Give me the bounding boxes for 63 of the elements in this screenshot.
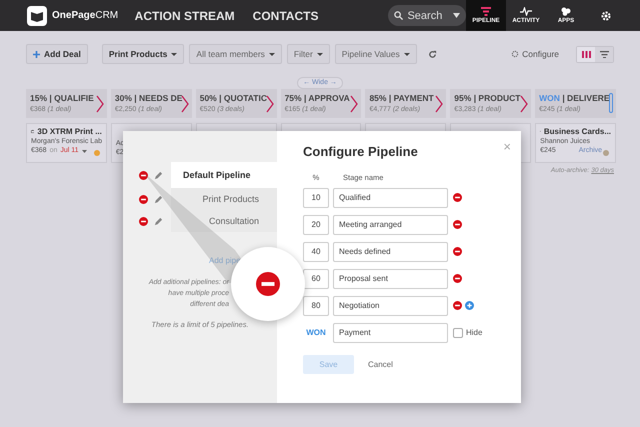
remove-icon[interactable] [139,194,148,204]
percent-field[interactable]: 60 [303,268,329,288]
caret-icon [453,13,460,18]
add-icon[interactable] [465,301,474,310]
caret-icon [82,150,87,153]
chevron-icon [350,95,358,113]
stage-name-field[interactable]: Meeting arranged [333,214,448,234]
nav-link[interactable]: ACTION STREAM [134,8,235,22]
remove-icon[interactable] [256,272,280,296]
scrollbar [609,93,614,113]
won-label: WON [305,328,327,337]
remove-icon[interactable] [453,247,462,256]
chevron-icon [180,95,189,113]
remove-icon[interactable] [453,220,462,229]
pipeline-item[interactable]: Print Products [171,188,277,210]
view-toggle[interactable] [577,46,595,62]
logo-icon [27,6,47,26]
hide-checkbox[interactable] [453,328,463,338]
pulse-icon [520,7,532,16]
dialog-title: Configure Pipeline [303,144,418,159]
dropdown-button[interactable]: Print Products [102,44,184,64]
view-toggle[interactable] [595,46,613,62]
funnel-icon [481,7,491,16]
dropdown-button[interactable]: Filter [286,44,330,64]
percent-field[interactable]: 20 [303,214,329,234]
logo-text: OnePageCRM [52,10,118,21]
chevron-icon [96,95,104,113]
remove-icon[interactable] [453,193,462,202]
dropdown-button[interactable]: Pipeline Values [334,44,417,64]
remove-icon[interactable] [453,301,462,310]
funnel-icon [600,50,608,58]
chevron-icon [520,95,528,113]
remove-icon[interactable] [139,170,148,180]
nav-link[interactable]: CONTACTS [252,8,318,22]
stage-name-field[interactable]: Payment [333,322,448,342]
percent-field[interactable]: 10 [303,188,329,208]
stage-name-field[interactable]: Proposal sent [333,268,448,288]
search-icon [394,11,404,20]
configure-link[interactable]: Configure [511,49,559,59]
search-field[interactable]: Search [388,5,466,26]
columns-icon [582,50,590,58]
pipeline-item[interactable]: Consultation [171,210,277,232]
percent-field[interactable]: 40 [303,242,329,262]
percent-field[interactable]: 80 [303,296,329,316]
plus-icon [33,50,40,58]
dropdown-button[interactable]: All team members [189,44,282,64]
remove-icon[interactable] [453,274,462,283]
stage-name-field[interactable]: Qualified [333,188,448,208]
remove-icon[interactable] [139,216,148,226]
hide-label: Hide [466,328,482,337]
edit-icon[interactable] [154,170,163,180]
chevron-icon [435,95,444,113]
cancel-button[interactable]: Cancel [368,360,393,369]
gear-icon [511,50,520,58]
chevron-icon [266,95,274,113]
refresh-icon[interactable] [428,50,437,58]
stage-name-field[interactable]: Negotiation [333,296,448,316]
apps-icon [561,7,571,16]
pipeline-item[interactable]: Default Pipeline [171,162,277,188]
edit-icon[interactable] [154,194,163,204]
edit-icon[interactable] [154,216,163,226]
add-deal-button[interactable]: Add Deal [26,44,88,64]
stage-name-field[interactable]: Needs defined [333,242,448,262]
